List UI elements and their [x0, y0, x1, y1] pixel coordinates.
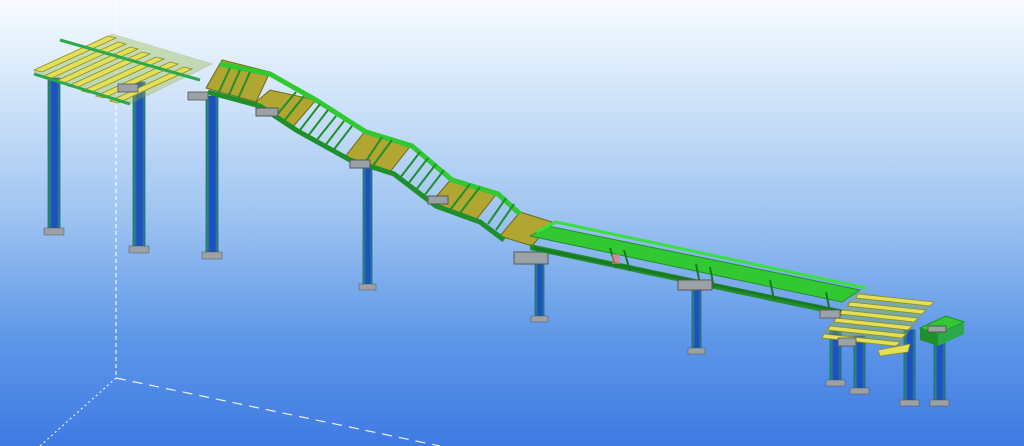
column — [358, 165, 377, 291]
column — [929, 335, 950, 407]
column — [128, 81, 150, 254]
column — [43, 77, 65, 236]
columns — [43, 77, 950, 407]
steel-structure-model[interactable] — [0, 0, 1024, 446]
column — [899, 329, 920, 407]
column — [201, 95, 223, 260]
left-platform — [32, 33, 214, 106]
right-pier-block — [918, 315, 966, 346]
column — [530, 261, 549, 323]
stair-run — [205, 59, 553, 265]
column — [687, 285, 706, 355]
model-3d-viewport[interactable] — [0, 0, 1024, 446]
